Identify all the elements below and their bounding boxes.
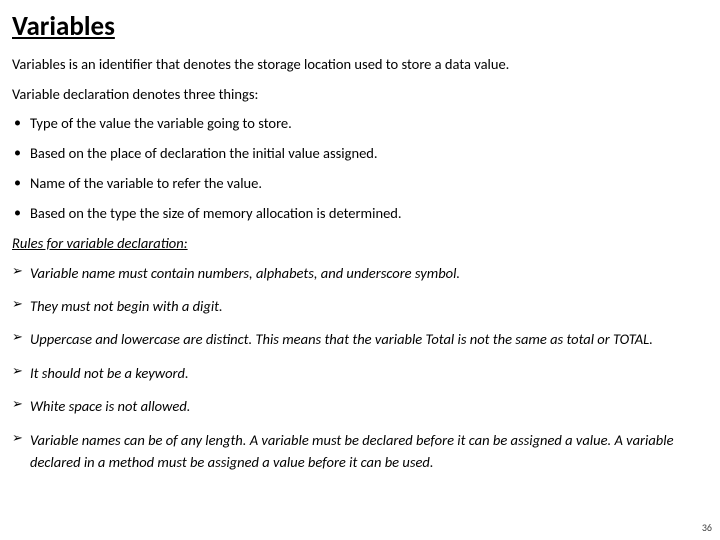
list-item: Based on the type the size of memory all… (12, 204, 702, 223)
list-item: It should not be a keyword. (12, 362, 702, 384)
list-item: Variable name must contain numbers, alph… (12, 262, 702, 284)
list-item: Variable names can be of any length. A v… (12, 429, 702, 474)
list-item: Name of the variable to refer the value. (12, 174, 702, 193)
bullet-list: Type of the value the variable going to … (12, 114, 702, 222)
list-item: White space is not allowed. (12, 395, 702, 417)
page-title: Variables (12, 10, 702, 43)
list-item: They must not begin with a digit. (12, 295, 702, 317)
list-item: Based on the place of declaration the in… (12, 144, 702, 163)
page-number: 36 (702, 521, 712, 534)
rules-heading: Rules for variable declaration: (12, 234, 702, 252)
list-item: Type of the value the variable going to … (12, 114, 702, 133)
rules-list: Variable name must contain numbers, alph… (12, 262, 702, 474)
intro-paragraph-1: Variables is an identifier that denotes … (12, 55, 702, 75)
intro-paragraph-2: Variable declaration denotes three thing… (12, 85, 702, 105)
list-item: Uppercase and lowercase are distinct. Th… (12, 328, 702, 350)
